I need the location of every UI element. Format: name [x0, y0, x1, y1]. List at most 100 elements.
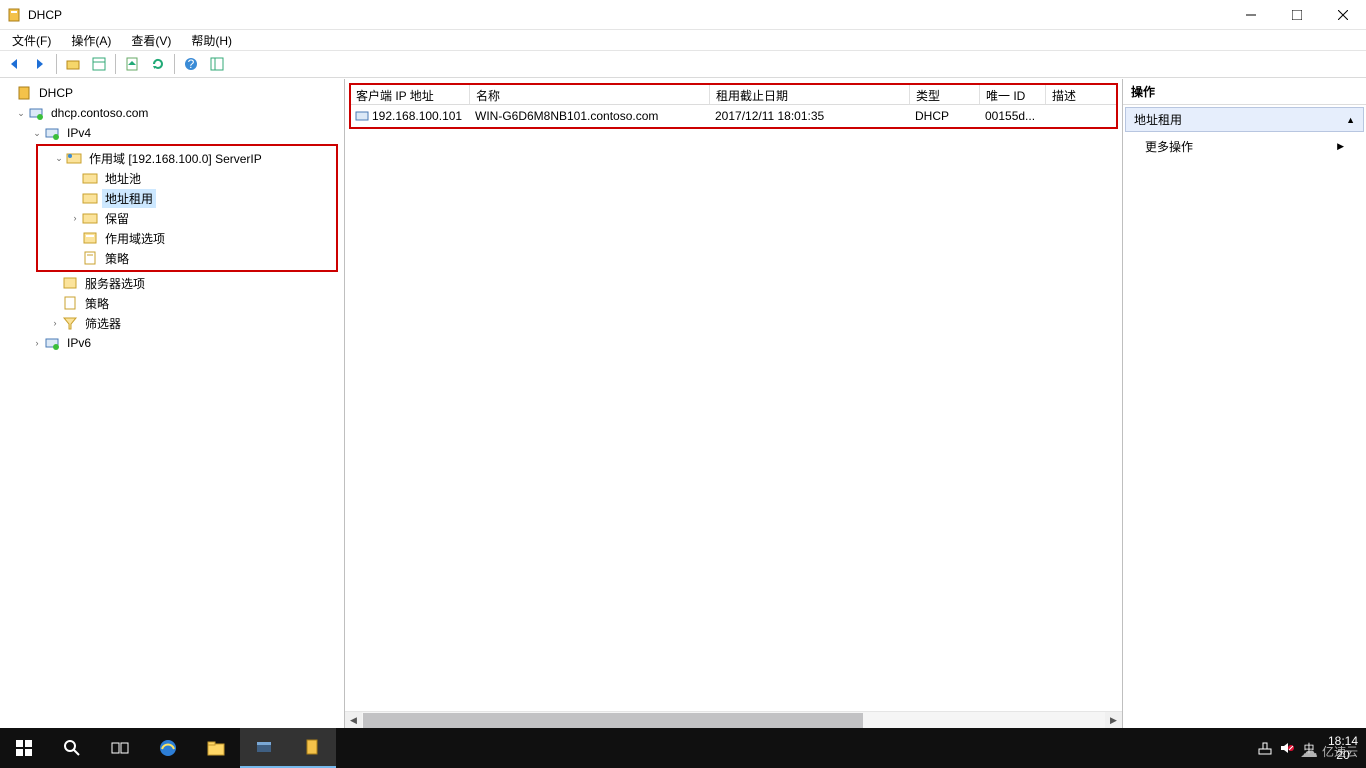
expander-icon[interactable]: › [68, 213, 82, 223]
client-icon [355, 109, 369, 123]
scroll-thumb[interactable] [363, 713, 863, 728]
scope-folder-icon [66, 150, 82, 166]
tree-server[interactable]: ⌄ dhcp.contoso.com [0, 103, 344, 123]
expander-icon[interactable]: ⌄ [30, 128, 44, 139]
back-button[interactable] [2, 52, 26, 76]
system-tray: 中 18:14 20 [1254, 728, 1366, 768]
folder-icon [82, 190, 98, 206]
col-desc[interactable]: 描述 [1046, 84, 1117, 104]
taskbar[interactable]: 中 18:14 20 [0, 728, 1366, 768]
svg-text:?: ? [188, 57, 195, 71]
options-icon [82, 230, 98, 246]
cell-desc [1045, 114, 1118, 118]
tree-root-dhcp[interactable]: DHCP [0, 83, 344, 103]
col-name[interactable]: 名称 [470, 84, 710, 104]
menu-view[interactable]: 查看(V) [121, 30, 181, 51]
task-view-button[interactable] [96, 728, 144, 768]
list-header[interactable]: 客户端 IP 地址 名称 租用截止日期 类型 唯一 ID 描述 [349, 83, 1118, 105]
forward-button[interactable] [28, 52, 52, 76]
properties-button[interactable] [205, 52, 229, 76]
col-lease-exp[interactable]: 租用截止日期 [710, 84, 910, 104]
window-title: DHCP [28, 8, 1228, 22]
menu-action[interactable]: 操作(A) [61, 30, 121, 51]
col-client-ip[interactable]: 客户端 IP 地址 [350, 84, 470, 104]
list-row[interactable]: 192.168.100.101 WIN-G6D6M8NB101.contoso.… [349, 105, 1118, 127]
expander-icon[interactable]: › [30, 338, 44, 348]
tree-reservations[interactable]: › 保留 [40, 208, 334, 228]
tree-scope-label: 作用域 [192.168.100.0] ServerIP [86, 149, 265, 168]
expander-icon[interactable]: ⌄ [52, 153, 66, 164]
tree-server-options-label: 服务器选项 [82, 274, 148, 293]
actions-header: 操作 [1123, 79, 1366, 105]
actions-section-label: 地址租用 [1134, 111, 1182, 128]
tree-pane[interactable]: DHCP ⌄ dhcp.contoso.com ⌄ IPv4 ⌄ 作用域 [19… [0, 79, 345, 728]
start-button[interactable] [0, 728, 48, 768]
window-controls [1228, 0, 1366, 30]
dhcp-icon [16, 85, 32, 101]
taskbar-server-manager[interactable] [240, 728, 288, 768]
dhcp-app-icon [6, 7, 22, 23]
ipv6-icon [44, 335, 60, 351]
menu-file[interactable]: 文件(F) [2, 30, 61, 51]
tray-ime[interactable]: 中 [1298, 728, 1320, 768]
filter-icon [62, 315, 78, 331]
list-pane: 客户端 IP 地址 名称 租用截止日期 类型 唯一 ID 描述 192.168.… [345, 79, 1123, 728]
server-icon [28, 105, 44, 121]
highlight-annotation: ⌄ 作用域 [192.168.100.0] ServerIP 地址池 地址租用 … [36, 144, 338, 272]
clock-time: 18:14 [1328, 734, 1358, 748]
up-button[interactable] [61, 52, 85, 76]
tray-network-icon[interactable] [1254, 728, 1276, 768]
cell-unique-id: 00155d... [979, 107, 1045, 125]
refresh-button[interactable] [146, 52, 170, 76]
tree-address-leases[interactable]: 地址租用 [40, 188, 334, 208]
actions-pane: 操作 地址租用 ▲ 更多操作 ▶ [1123, 79, 1366, 728]
tree-ipv4-label: IPv4 [64, 125, 94, 141]
tree-scope-options-label: 作用域选项 [102, 229, 168, 248]
col-unique-id[interactable]: 唯一 ID [980, 84, 1046, 104]
scroll-right-button[interactable]: ▶ [1105, 712, 1122, 729]
tree-scope[interactable]: ⌄ 作用域 [192.168.100.0] ServerIP [40, 148, 334, 168]
folder-icon [82, 210, 98, 226]
expander-icon[interactable]: ⌄ [14, 108, 28, 119]
expander-icon[interactable]: › [48, 318, 62, 328]
tree-reservations-label: 保留 [102, 209, 132, 228]
actions-more[interactable]: 更多操作 ▶ [1123, 134, 1366, 159]
tray-volume-icon[interactable] [1276, 728, 1298, 768]
tree-policies[interactable]: 策略 [40, 248, 334, 268]
cell-client-ip: 192.168.100.101 [372, 109, 462, 123]
scroll-left-button[interactable]: ◀ [345, 712, 362, 729]
taskbar-clock[interactable]: 18:14 20 [1320, 734, 1366, 762]
taskbar-explorer[interactable] [192, 728, 240, 768]
tree-root-label: DHCP [36, 85, 76, 101]
tree-policies-label: 策略 [102, 249, 132, 268]
horizontal-scrollbar[interactable]: ◀ ▶ [345, 711, 1122, 728]
toolbar: ? [0, 50, 1366, 78]
cell-lease-exp: 2017/12/11 18:01:35 [709, 107, 909, 125]
search-button[interactable] [48, 728, 96, 768]
tree-address-pool[interactable]: 地址池 [40, 168, 334, 188]
maximize-button[interactable] [1274, 0, 1320, 30]
tree-address-pool-label: 地址池 [102, 169, 144, 188]
close-button[interactable] [1320, 0, 1366, 30]
cell-type: DHCP [909, 107, 979, 125]
taskbar-ie[interactable] [144, 728, 192, 768]
taskbar-dhcp[interactable] [288, 728, 336, 768]
title-bar: DHCP [0, 0, 1366, 30]
tree-server-options[interactable]: 服务器选项 [0, 273, 344, 293]
actions-section[interactable]: 地址租用 ▲ [1125, 107, 1364, 132]
show-hide-tree-button[interactable] [87, 52, 111, 76]
tree-filters[interactable]: › 筛选器 [0, 313, 344, 333]
tree-ipv4[interactable]: ⌄ IPv4 [0, 123, 344, 143]
tree-ipv6[interactable]: › IPv6 [0, 333, 344, 353]
policy-icon [82, 250, 98, 266]
minimize-button[interactable] [1228, 0, 1274, 30]
help-button[interactable]: ? [179, 52, 203, 76]
tree-server-policies[interactable]: 策略 [0, 293, 344, 313]
menu-help[interactable]: 帮助(H) [181, 30, 242, 51]
col-type[interactable]: 类型 [910, 84, 980, 104]
tree-filters-label: 筛选器 [82, 314, 124, 333]
collapse-triangle-icon: ▲ [1346, 115, 1355, 125]
scroll-track[interactable] [362, 712, 1105, 729]
tree-scope-options[interactable]: 作用域选项 [40, 228, 334, 248]
export-button[interactable] [120, 52, 144, 76]
